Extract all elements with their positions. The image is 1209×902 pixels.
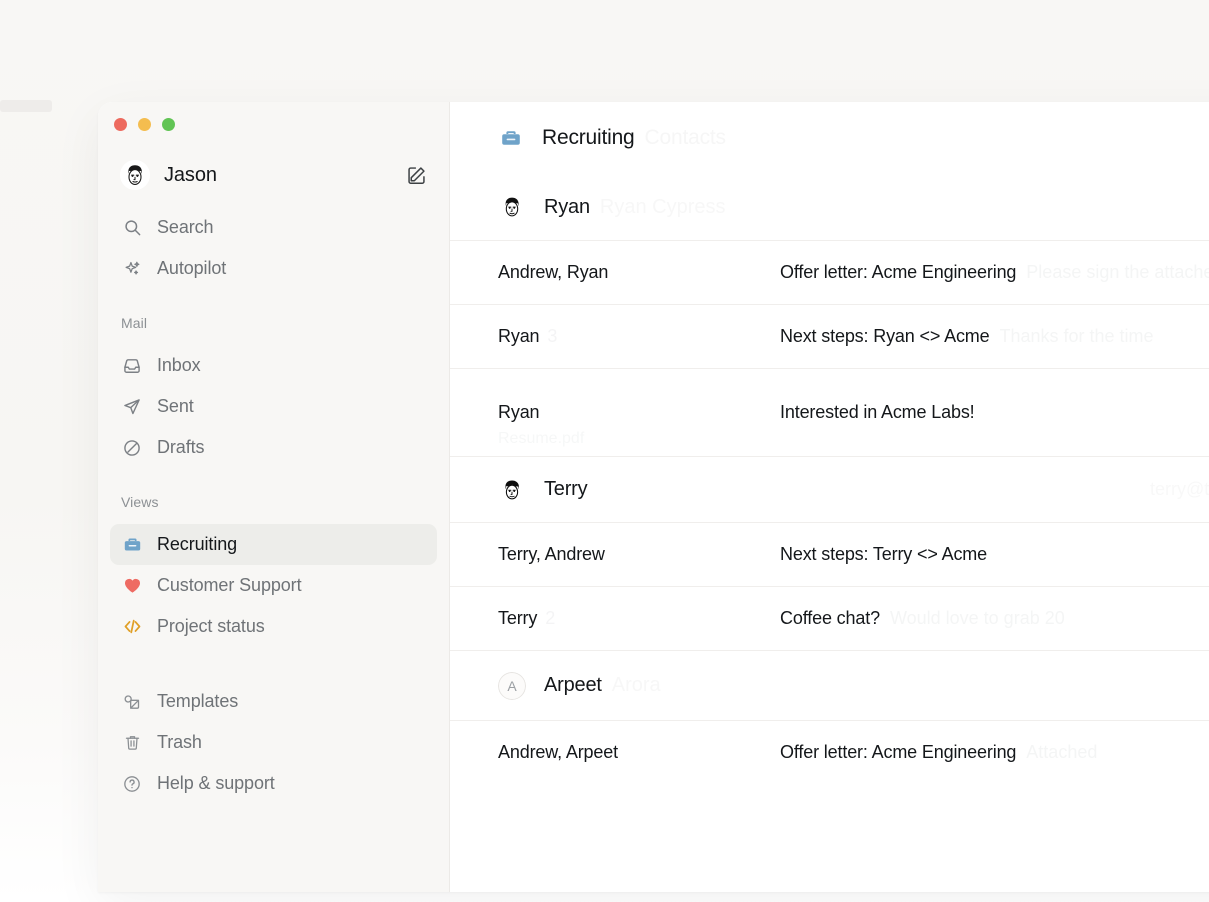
- trash-icon: [121, 732, 143, 754]
- sidebar-item-search[interactable]: Search: [110, 207, 437, 248]
- message-sender: Terry, Andrew: [498, 544, 780, 565]
- message-count: 2: [545, 608, 556, 628]
- paper-plane-icon: [121, 396, 143, 418]
- view-header: Recruiting Contacts: [450, 102, 1209, 174]
- contact-group-header[interactable]: A Arpeet Arora: [450, 650, 1209, 720]
- contact-group-name: Terry: [544, 478, 588, 500]
- sparkles-icon: [121, 258, 143, 280]
- sidebar-item-label: Trash: [157, 732, 202, 752]
- message-sender-names: Terry: [498, 608, 538, 628]
- sidebar-item-sent[interactable]: Sent: [110, 386, 437, 427]
- message-subject: Offer letter: Acme Engineering: [780, 262, 1017, 282]
- sidebar-item-label: Search: [157, 217, 214, 237]
- backdrop-ghost-element: [0, 100, 52, 112]
- sidebar-section-views-heading: Views: [121, 494, 159, 510]
- sidebar-item-trash[interactable]: Trash: [110, 722, 437, 763]
- help-circle-icon: [121, 773, 143, 795]
- compose-pencil-icon[interactable]: [405, 164, 427, 186]
- message-sender: Andrew, Ryan: [498, 262, 780, 283]
- message-sender: Ryan: [498, 402, 780, 423]
- contact-group-ghost-meta: terry@terrydoesdesign.co: [1150, 479, 1209, 499]
- sidebar-item-label: Recruiting: [157, 534, 238, 554]
- message-sender-names: Andrew, Arpeet: [498, 742, 618, 762]
- message-sender: Ryan 3: [498, 326, 780, 347]
- message-attachment-ghost: Resume.pdf: [498, 430, 585, 447]
- contact-group-ghost-text: Ryan Cypress: [599, 195, 726, 218]
- sidebar-item-label: Project status: [157, 616, 265, 636]
- avatar: [498, 193, 526, 221]
- sidebar-item-autopilot[interactable]: Autopilot: [110, 248, 437, 289]
- message-sender-names: Ryan: [498, 326, 540, 346]
- window-controls: [98, 102, 449, 131]
- briefcase-icon: [498, 125, 524, 151]
- sidebar-item-recruiting[interactable]: Recruiting: [110, 524, 437, 565]
- account-row[interactable]: Jason: [98, 157, 449, 193]
- drafts-circle-icon: [121, 437, 143, 459]
- message-count: 3: [547, 326, 558, 346]
- inbox-icon: [121, 355, 143, 377]
- table-row[interactable]: Ryan 3 Next steps: Ryan <> Acme Thanks fo…: [450, 304, 1209, 368]
- page-title: Recruiting: [542, 126, 635, 149]
- sidebar-item-label: Sent: [157, 396, 194, 416]
- table-row[interactable]: Andrew, Ryan Offer letter: Acme Engineer…: [450, 240, 1209, 304]
- message-subject: Interested in Acme Labs!: [780, 402, 975, 422]
- contact-group-name: Ryan: [544, 195, 590, 218]
- view-header-ghost-text: Contacts: [644, 126, 726, 149]
- message-sender-names: Andrew, Ryan: [498, 262, 609, 282]
- message-preview: Please sign the attached: [1026, 262, 1209, 282]
- table-row[interactable]: Terry, Andrew Next steps: Terry <> Acme …: [450, 522, 1209, 586]
- message-subject: Next steps: Terry <> Acme: [780, 544, 988, 564]
- sidebar-item-customer-support[interactable]: Customer Support: [110, 565, 437, 606]
- templates-icon: [121, 691, 143, 713]
- maximize-window-button[interactable]: [162, 118, 175, 131]
- sidebar: Jason Search Autopilot Mail Inbox Sent D…: [98, 102, 450, 892]
- message-sender: Terry 2: [498, 608, 780, 629]
- sidebar-item-label: Help & support: [157, 773, 275, 793]
- avatar: [498, 475, 526, 504]
- sidebar-item-templates[interactable]: Templates: [110, 681, 437, 722]
- app-window: Jason Search Autopilot Mail Inbox Sent D…: [98, 102, 1209, 892]
- message-sender: Andrew, Arpeet: [498, 742, 780, 763]
- table-row[interactable]: Ryan Interested in Acme Labs! Resume.pdf…: [450, 368, 1209, 456]
- search-icon: [121, 217, 143, 239]
- message-sender-names: Ryan: [498, 402, 540, 422]
- message-preview: Thanks for the time: [999, 326, 1154, 346]
- sidebar-item-label: Drafts: [157, 437, 205, 457]
- contact-group-name: Arpeet: [544, 674, 602, 696]
- minimize-window-button[interactable]: [138, 118, 151, 131]
- message-subject: Offer letter: Acme Engineering: [780, 742, 1017, 762]
- sidebar-item-label: Templates: [157, 691, 239, 711]
- heart-icon: [121, 575, 143, 597]
- table-row[interactable]: Andrew, Arpeet Offer letter: Acme Engine…: [450, 720, 1209, 784]
- contact-group-ghost-text: Arora: [611, 674, 661, 696]
- account-name: Jason: [164, 163, 217, 186]
- code-brackets-icon: [121, 616, 143, 638]
- contact-group-header[interactable]: Ryan Ryan Cypress: [450, 174, 1209, 240]
- message-preview: Would love to grab 20: [889, 608, 1065, 628]
- message-subject: Next steps: Ryan <> Acme: [780, 326, 990, 346]
- sidebar-item-project-status[interactable]: Project status: [110, 606, 437, 647]
- sidebar-section-mail-heading: Mail: [121, 315, 148, 331]
- initial-avatar: A: [498, 671, 526, 700]
- sidebar-item-drafts[interactable]: Drafts: [110, 427, 437, 468]
- briefcase-icon: [121, 534, 143, 556]
- table-row[interactable]: Terry 2 Coffee chat? Would love to grab 2…: [450, 586, 1209, 650]
- sidebar-item-label: Inbox: [157, 355, 201, 375]
- sidebar-item-label: Customer Support: [157, 575, 302, 595]
- sidebar-item-inbox[interactable]: Inbox: [110, 345, 437, 386]
- main-content: Recruiting Contacts Ryan Ryan Cypress An…: [450, 102, 1209, 892]
- avatar: [120, 160, 150, 190]
- message-sender-names: Terry, Andrew: [498, 544, 605, 564]
- message-subject: Coffee chat?: [780, 608, 880, 628]
- avatar-initial: A: [498, 671, 526, 700]
- sidebar-item-label: Autopilot: [157, 258, 227, 278]
- sidebar-item-help-support[interactable]: Help & support: [110, 763, 437, 804]
- bottom-fade: [450, 840, 1209, 892]
- message-preview: Attached: [1026, 742, 1098, 762]
- close-window-button[interactable]: [114, 118, 127, 131]
- contact-group-header[interactable]: Terry terry@terrydoesdesign.co Msg 2h: [450, 456, 1209, 522]
